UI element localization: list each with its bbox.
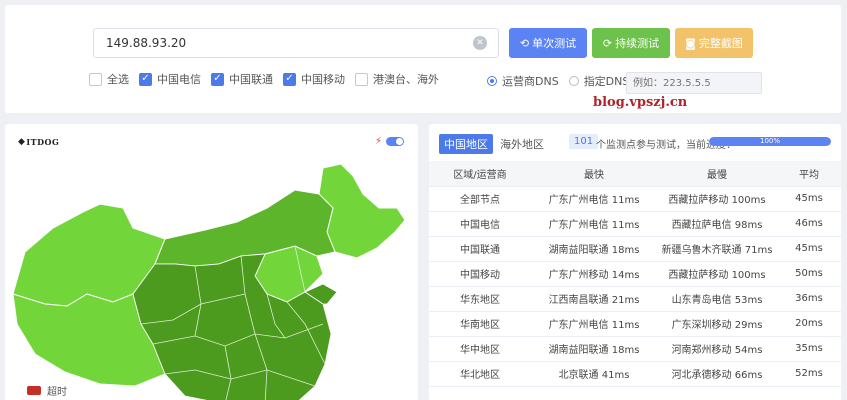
column-header: 区域/运营商 [429,161,531,187]
table-cell: 广东广州移动 14ms [531,261,657,287]
table-cell: 西藏拉萨移动 100ms [657,261,777,287]
tab-overseas[interactable]: 海外地区 [495,134,549,154]
table-row: 中国电信 广东广州电信 11ms 西藏拉萨电信 98ms 46ms [429,211,841,237]
table-cell: 45ms [777,236,841,262]
progress-bar: 100% [709,137,831,146]
table-cell: 45ms [777,186,841,212]
loop-icon: ⟳ [602,36,613,50]
table-cell: 华中地区 [429,336,531,362]
table-cell: 华北地区 [429,361,531,387]
tab-china[interactable]: 中国地区 [439,134,493,154]
refresh-icon: ⟲ [519,36,530,50]
map-panel: ◆ ITDOG ⚡ 超时 [5,124,418,400]
results-table: 区域/运营商 最快 最慢 平均 全部节点 广东广州电信 11ms 西藏拉萨移动 … [429,161,841,387]
clear-icon[interactable]: ✕ [473,36,487,50]
table-cell: 广东深圳移动 29ms [657,311,777,337]
continuous-test-button[interactable]: ⟳ 持续测试 [592,28,670,58]
table-cell: 广东广州电信 11ms [531,186,657,212]
table-cell: 广东广州电信 11ms [531,311,657,337]
map-legend: 超时 [27,383,67,398]
table-cell: 中国联通 [429,236,531,262]
table-cell: 北京联通 41ms [531,361,657,387]
checkmark-icon[interactable]: ✓ [211,72,224,86]
column-header: 最慢 [657,161,777,187]
radio-custom-dns[interactable]: 指定DNS: [568,73,633,89]
column-header: 最快 [531,161,657,187]
table-cell: 中国移动 [429,261,531,287]
logo-text: ITDOG [26,137,60,147]
table-cell: 中国电信 [429,211,531,237]
table-cell: 新疆乌鲁木齐联通 71ms [657,236,777,262]
checkbox-mobile[interactable]: ✓ 中国移动 [283,71,345,87]
full-screenshot-label: 完整截图 [698,37,743,50]
radio-icon[interactable] [568,76,579,86]
table-row: 中国移动 广东广州移动 14ms 西藏拉萨移动 100ms 50ms [429,261,841,287]
checkbox-select-all[interactable]: 全选 [89,71,129,87]
table-cell: 湖南益阳联通 18ms [531,336,657,362]
table-cell: 50ms [777,261,841,287]
map-toggle-switch[interactable] [386,137,404,146]
table-cell: 华东地区 [429,286,531,312]
watermark: blog.vpszj.cn [593,95,688,110]
checkmark-icon[interactable]: ✓ [139,72,152,86]
table-cell: 山东青岛电信 53ms [657,286,777,312]
legend-timeout-label: 超时 [47,387,67,398]
timeout-swatch [27,386,41,395]
checkbox-telecom[interactable]: ✓ 中国电信 [139,71,201,87]
checkbox-icon[interactable] [355,72,368,86]
radio-isp-dns[interactable]: 运营商DNS [487,73,559,89]
table-cell: 46ms [777,211,841,237]
table-row: 中国联通 湖南益阳联通 18ms 新疆乌鲁木齐联通 71ms 45ms [429,236,841,262]
table-cell: 20ms [777,311,841,337]
node-count-badge: 101 [569,134,599,149]
table-cell: 江西南昌联通 21ms [531,286,657,312]
itdog-logo: ◆ ITDOG [18,137,59,147]
table-row: 华南地区 广东广州电信 11ms 广东深圳移动 29ms 20ms [429,311,841,337]
full-screenshot-button[interactable]: ◙ 完整截图 [675,28,753,58]
region-tabs: 中国地区 海外地区 [439,134,551,154]
table-cell: 全部节点 [429,186,531,212]
table-cell: 35ms [777,336,841,362]
table-cell: 华南地区 [429,311,531,337]
china-latency-map [12,163,406,400]
table-cell: 河南郑州移动 54ms [657,336,777,362]
table-cell: 西藏拉萨移动 100ms [657,186,777,212]
checkbox-unicom[interactable]: ✓ 中国联通 [211,71,273,87]
lightning-icon: ⚡ [375,136,383,147]
table-cell: 湖南益阳联通 18ms [531,236,657,262]
table-row: 华东地区 江西南昌联通 21ms 山东青岛电信 53ms 36ms [429,286,841,312]
test-config-panel: ✕ ⟲ 单次测试 ⟳ 持续测试 ◙ 完整截图 全选 ✓ 中国电信 ✓ 中国联通 … [5,5,841,113]
table-cell: 36ms [777,286,841,312]
table-cell: 52ms [777,361,841,387]
table-cell: 河北承德移动 66ms [657,361,777,387]
table-header-row: 区域/运营商 最快 最慢 平均 [429,161,841,187]
dog-logo-icon: ◆ [18,137,26,147]
table-cell: 西藏拉萨电信 98ms [657,211,777,237]
progress-fill: 100% [709,137,831,146]
single-test-label: 单次测试 [532,37,577,50]
custom-dns-input[interactable] [626,72,762,94]
table-row: 华北地区 北京联通 41ms 河北承德移动 66ms 52ms [429,361,841,387]
dns-option-group: 运营商DNS 指定DNS: [487,71,643,91]
single-test-button[interactable]: ⟲ 单次测试 [509,28,587,58]
continuous-test-label: 持续测试 [615,37,660,50]
column-header: 平均 [777,161,841,187]
isp-filter-group: 全选 ✓ 中国电信 ✓ 中国联通 ✓ 中国移动 港澳台、海外 [89,71,449,87]
table-row: 华中地区 湖南益阳联通 18ms 河南郑州移动 54ms 35ms [429,336,841,362]
camera-icon: ◙ [685,36,696,50]
checkbox-icon[interactable] [89,72,102,86]
checkmark-icon[interactable]: ✓ [283,72,296,86]
table-row: 全部节点 广东广州电信 11ms 西藏拉萨移动 100ms 45ms [429,186,841,212]
table-cell: 广东广州电信 11ms [531,211,657,237]
results-panel: 中国地区 海外地区 101 个监测点参与测试，当前进度： 100% 区域/运营商… [429,124,841,400]
radio-selected-icon[interactable] [487,76,497,86]
ip-input[interactable] [93,28,499,58]
checkbox-overseas[interactable]: 港澳台、海外 [355,71,439,87]
